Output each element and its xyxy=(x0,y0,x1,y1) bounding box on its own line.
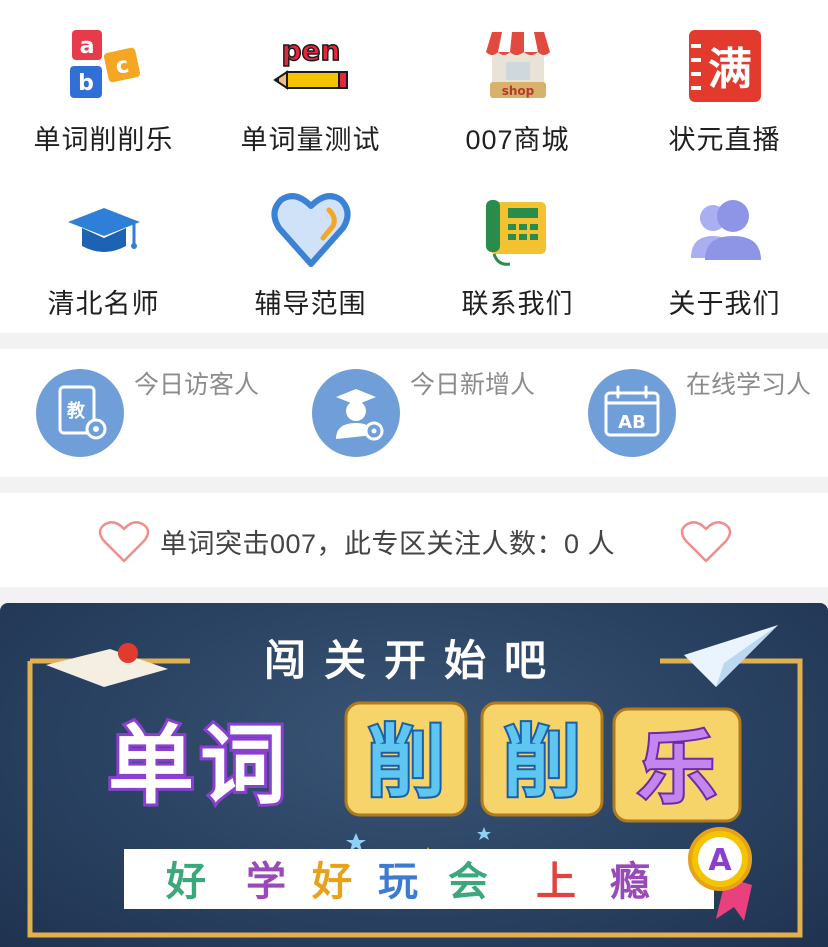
grid-item-word-game[interactable]: a c b 单词削削乐 xyxy=(0,0,207,160)
stat-visitors: 教 今日访客人 xyxy=(36,367,306,459)
banner-top-text: 闯关开始吧 xyxy=(264,636,564,685)
man-word: 满 xyxy=(708,44,752,95)
grid-item-label: 单词削削乐 xyxy=(33,125,174,155)
banner-title-char: 削 xyxy=(503,718,581,808)
grid-item-label: 辅导范围 xyxy=(254,289,367,319)
tagline-char: 好 xyxy=(311,859,352,905)
tagline-char: 好 xyxy=(165,859,206,905)
svg-text:a: a xyxy=(79,34,94,59)
grid-item-label: 状元直播 xyxy=(668,125,781,155)
teacher-gear-icon xyxy=(312,369,400,457)
grid-item-label: 007商城 xyxy=(465,125,570,155)
follow-count-text: 单词突击007，此专区关注人数：0 人 xyxy=(160,529,616,559)
grid-item-contact[interactable]: 联系我们 xyxy=(414,164,621,324)
stat-icon-glyph: 教 xyxy=(67,400,86,422)
man-badge-icon: 满 xyxy=(688,30,761,102)
paper-plane-icon xyxy=(684,625,778,687)
grid-item-about[interactable]: 关于我们 xyxy=(621,164,828,324)
grid-item-teachers[interactable]: 清北名师 xyxy=(0,164,207,324)
grid-item-scope[interactable]: 辅导范围 xyxy=(207,164,414,324)
stat-label: 今日访客人 xyxy=(134,371,260,399)
pen-icon: pen xyxy=(272,33,348,90)
stat-new: 今日新增人 xyxy=(312,367,582,459)
banner-title-tiles: 削 削 乐 xyxy=(344,701,742,823)
heart-left-icon[interactable] xyxy=(98,519,150,565)
promo-banner[interactable]: 闯关开始吧 单词 削 削 乐 好 学 好 玩 会 上 瘾 A xyxy=(0,603,828,947)
stat-icon-glyph: AB xyxy=(618,412,646,433)
stat-label: 今日新增人 xyxy=(410,371,536,399)
tagline-char: 学 xyxy=(246,859,286,905)
calendar-ab-icon: AB xyxy=(588,369,676,457)
stat-online: AB 在线学习人 xyxy=(588,367,828,459)
abc-blocks-icon: a c b xyxy=(69,30,140,98)
stats-bar: 教 今日访客人 今日新增人 AB 在线学习人 xyxy=(0,349,828,477)
heart-right-icon[interactable] xyxy=(680,519,732,565)
heart-outline-icon xyxy=(271,193,350,267)
shop-icon: shop xyxy=(485,32,550,98)
people-icon xyxy=(690,200,761,260)
svg-text:b: b xyxy=(78,71,94,96)
grid-item-label: 联系我们 xyxy=(461,289,574,319)
badge-letter: A xyxy=(708,843,732,878)
grid-item-shop[interactable]: shop 007商城 xyxy=(414,0,621,160)
tagline-char: 会 xyxy=(448,859,488,905)
tagline-char: 玩 xyxy=(378,859,418,905)
banner-title-left: 单词 xyxy=(108,716,292,816)
shop-word: shop xyxy=(501,84,534,98)
grid-item-label: 清北名师 xyxy=(47,289,160,319)
book-apple-icon xyxy=(46,643,168,687)
banner-title-char: 削 xyxy=(367,718,445,808)
follow-bar: 单词突击007，此专区关注人数：0 人 xyxy=(0,493,828,587)
banner-title-char: 乐 xyxy=(638,724,716,814)
graduation-cap-icon xyxy=(67,208,140,252)
stat-label: 在线学习人 xyxy=(686,371,812,399)
telephone-icon xyxy=(485,200,546,266)
pen-word: pen xyxy=(281,34,340,67)
tagline-char: 上 xyxy=(536,859,576,905)
feature-grid: a c b 单词削削乐 pen 单词量测试 shop 007商城 满 状元直播 … xyxy=(0,0,828,333)
grid-item-live[interactable]: 满 状元直播 xyxy=(621,0,828,160)
grid-item-label: 单词量测试 xyxy=(240,125,381,155)
textbook-gear-icon: 教 xyxy=(36,369,124,457)
grid-item-vocab-test[interactable]: pen 单词量测试 xyxy=(207,0,414,160)
tagline-char: 瘾 xyxy=(610,859,650,905)
grid-item-label: 关于我们 xyxy=(668,289,781,319)
